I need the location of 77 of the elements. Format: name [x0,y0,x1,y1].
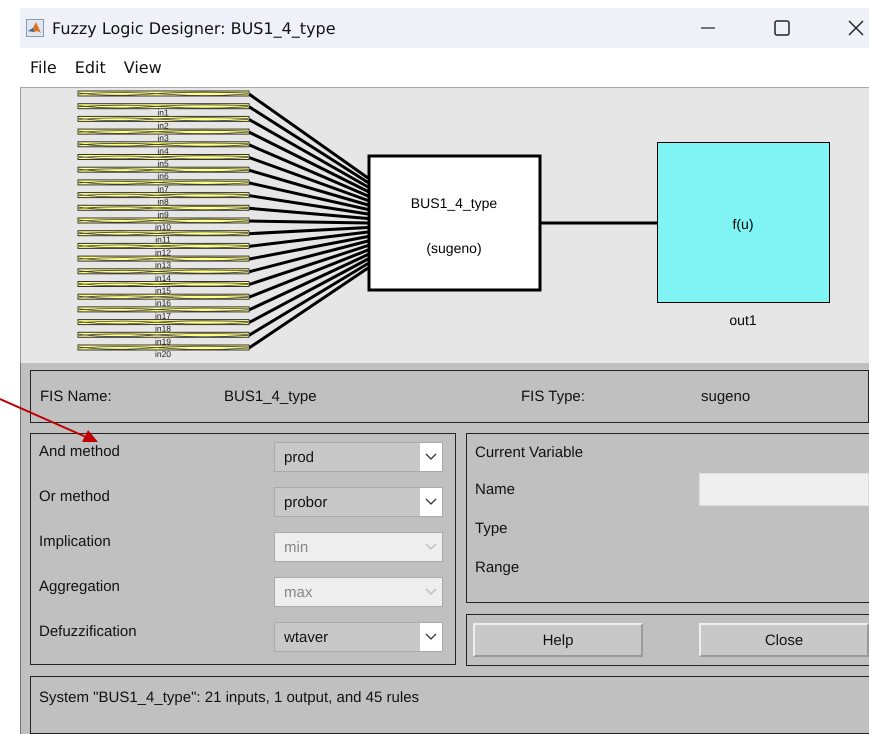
input-label: in20 [154,349,172,359]
input-label: in16 [154,298,172,308]
input-label: in10 [154,222,172,232]
input-block[interactable] [78,332,250,338]
method-label: Implication [39,532,111,550]
input-block[interactable] [78,192,250,198]
input-label: in7 [157,184,169,194]
method-dropdown[interactable]: wtaver [274,622,443,652]
input-block[interactable] [78,166,250,173]
input-block[interactable] [78,242,250,249]
help-button[interactable]: Help [473,623,643,658]
input-label: in1 [157,108,169,118]
output-function: f(u) [732,216,754,232]
menu-item[interactable]: File [30,58,57,77]
input-label: in13 [154,260,172,270]
input-label: in11 [155,234,171,245]
maximize-icon[interactable] [773,19,791,37]
input-block[interactable] [78,256,250,262]
field-label: Range [475,559,520,576]
fis-type-value: sugeno [701,388,750,406]
input-block[interactable] [78,344,250,350]
output-label: out1 [729,312,757,328]
input-label: in3 [157,133,169,144]
input-label: in4 [157,146,169,156]
fis-type-label: FIS Type: [521,388,586,406]
window-title: Fuzzy Logic Designer: BUS1_4_type [52,18,336,38]
input-block[interactable] [78,268,250,274]
menu-item[interactable]: View [124,58,162,77]
input-block[interactable] [78,319,250,326]
fis-name-value: BUS1_4_type [224,388,318,406]
method-label: And method [39,442,120,460]
status-text: System "BUS1_4_type": 21 inputs, 1 output, and 45 rules [39,689,420,706]
close-icon[interactable] [847,19,865,37]
input-block[interactable] [78,294,250,300]
method-label: Or method [39,487,110,506]
input-block[interactable] [78,141,250,148]
input-block[interactable] [78,306,250,312]
method-dropdown[interactable]: prod [274,442,443,472]
system-name: BUS1_4_type [410,195,498,211]
close-button[interactable]: Close [699,623,869,658]
method-dropdown[interactable]: probor [274,487,443,518]
output-block[interactable] [657,142,830,303]
fis-name-label: FIS Name: [40,388,113,406]
input-block[interactable] [78,218,250,224]
input-block[interactable] [78,116,250,122]
input-label: in6 [157,171,169,182]
method-label: Defuzzification [39,622,137,640]
method-label: Aggregation [39,577,120,596]
system-block[interactable] [368,154,542,292]
name-field[interactable] [699,473,869,506]
chevron-icon [420,443,442,472]
input-label: in18 [154,324,172,334]
input-block[interactable] [78,230,250,236]
input-label: in15 [154,286,172,296]
input-label: in8 [157,196,169,207]
field-label: Name [475,481,516,498]
chevron-icon [420,488,442,516]
input-block[interactable] [78,179,250,186]
input-block[interactable] [78,154,250,160]
logo-icon [26,19,44,37]
field-label: Type [475,520,508,538]
input-label: in5 [157,158,169,168]
input-block[interactable] [78,204,250,211]
input-block[interactable] [78,281,250,287]
chevron-icon [420,623,442,652]
system-type: (sugeno) [426,240,482,256]
input-label: in19 [154,336,172,346]
input-label: in9 [157,209,169,220]
input-block[interactable] [78,128,250,135]
menu-item[interactable]: Edit [74,58,106,77]
input-label: in14 [154,272,172,283]
input-block[interactable] [78,103,250,110]
input-block[interactable] [78,90,250,96]
input-label: in17 [154,310,172,321]
input-label: in12 [154,247,172,258]
input-label: in2 [157,120,169,130]
current-variable-title: Current Variable [475,444,584,462]
